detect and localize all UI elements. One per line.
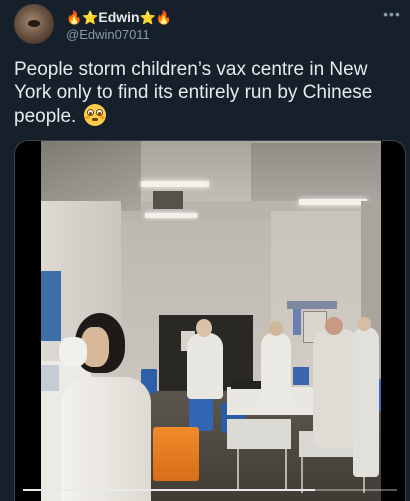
- video-progress-fill: [23, 489, 315, 491]
- tweet-text: People storm children’s vax centre in Ne…: [14, 58, 399, 128]
- flushed-face-emoji: [83, 104, 106, 126]
- video-frame[interactable]: [41, 141, 381, 501]
- tweet-text-body: People storm children’s vax centre in Ne…: [14, 59, 373, 127]
- more-icon[interactable]: •••: [382, 7, 402, 22]
- media-container[interactable]: [14, 140, 406, 501]
- star-fire-emoji-suffix: ⭐🔥: [139, 10, 172, 25]
- author-handle[interactable]: @Edwin07011: [66, 27, 172, 43]
- avatar-eye: [28, 20, 40, 27]
- author-name-text: Edwin: [98, 9, 140, 25]
- author-names: 🔥⭐Edwin⭐🔥 @Edwin07011: [66, 8, 172, 43]
- tweet-header: 🔥⭐Edwin⭐🔥 @Edwin07011 •••: [14, 4, 402, 44]
- fire-star-emoji-prefix: 🔥⭐: [66, 10, 99, 25]
- author-display-name[interactable]: 🔥⭐Edwin⭐🔥: [66, 8, 172, 27]
- avatar[interactable]: [14, 4, 54, 44]
- video-progress-bar[interactable]: [23, 489, 397, 491]
